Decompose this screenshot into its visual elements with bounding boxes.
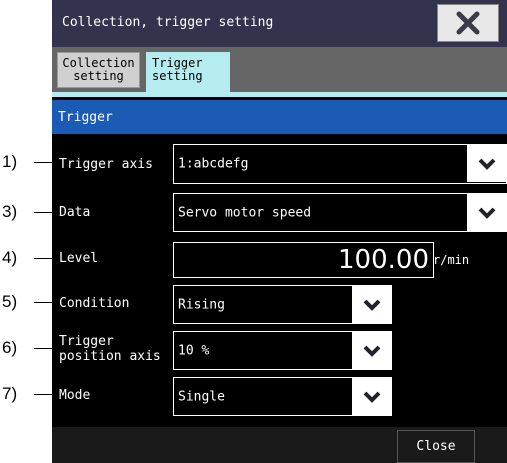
callout-leader-line — [34, 348, 54, 349]
callout-label: 5) — [2, 292, 18, 311]
tab-bar: Collection setting Trigger setting — [52, 47, 507, 92]
callout-6: 6) — [0, 338, 54, 358]
condition-dropdown-button[interactable] — [352, 286, 392, 323]
window-title: Collection, trigger setting — [62, 15, 274, 30]
callout-label: 7) — [2, 384, 18, 403]
callout-5: 5) — [0, 292, 54, 312]
callout-3: 3) — [0, 202, 54, 222]
callout-7: 7) — [0, 384, 54, 404]
mode-value: Single — [178, 389, 225, 404]
chevron-down-icon — [363, 345, 381, 357]
callout-leader-line — [34, 162, 54, 163]
tab-trigger-setting[interactable]: Trigger setting — [146, 52, 230, 92]
level-value: 100.00 — [338, 245, 429, 275]
callout-label: 1) — [2, 152, 18, 171]
callout-label: 4) — [2, 248, 18, 267]
mode-label: Mode — [59, 388, 91, 403]
callout-leader-line — [34, 212, 54, 213]
trigger-axis-value: 1:abcdefg — [178, 156, 249, 172]
chevron-down-icon — [478, 207, 496, 219]
data-dropdown-button[interactable] — [467, 194, 507, 231]
chevron-down-icon — [363, 299, 381, 311]
callout-label: 3) — [2, 202, 18, 221]
callout-leader-line — [34, 258, 54, 259]
mode-dropdown-button[interactable] — [352, 378, 392, 415]
trigger-axis-label: Trigger axis — [59, 157, 153, 172]
data-value: Servo motor speed — [178, 205, 312, 220]
condition-label: Condition — [59, 296, 130, 311]
callout-label: 6) — [2, 338, 18, 357]
level-label: Level — [59, 251, 99, 266]
active-tab-strip — [52, 92, 507, 97]
section-header: Trigger — [52, 100, 507, 134]
section-title: Trigger — [58, 110, 113, 125]
data-select[interactable]: Servo motor speed — [173, 193, 507, 232]
trigger-position-axis-value: 10 % — [178, 343, 210, 358]
close-window-button[interactable] — [437, 4, 499, 42]
level-unit: r/min — [433, 253, 470, 267]
callout-leader-line — [34, 394, 54, 395]
trigger-position-axis-label: Trigger position axis — [59, 334, 161, 364]
trigger-axis-dropdown-button[interactable] — [467, 145, 507, 182]
trigger-setting-dialog: Collection, trigger setting Collection s… — [52, 0, 507, 463]
callout-1: 1) — [0, 152, 54, 172]
trigger-axis-select[interactable]: 1:abcdefg — [173, 144, 507, 184]
level-input[interactable]: 100.00 — [173, 242, 434, 278]
tab-collection-setting[interactable]: Collection setting — [57, 52, 140, 88]
chevron-down-icon — [478, 158, 496, 170]
data-label: Data — [59, 205, 91, 220]
chevron-down-icon — [363, 391, 381, 403]
callout-4: 4) — [0, 248, 54, 268]
close-button[interactable]: Close — [397, 430, 475, 463]
trigger-position-axis-dropdown-button[interactable] — [352, 332, 392, 369]
title-bar: Collection, trigger setting — [52, 0, 507, 47]
callout-leader-line — [34, 302, 54, 303]
condition-value: Rising — [178, 297, 225, 312]
close-x-icon — [456, 11, 480, 35]
